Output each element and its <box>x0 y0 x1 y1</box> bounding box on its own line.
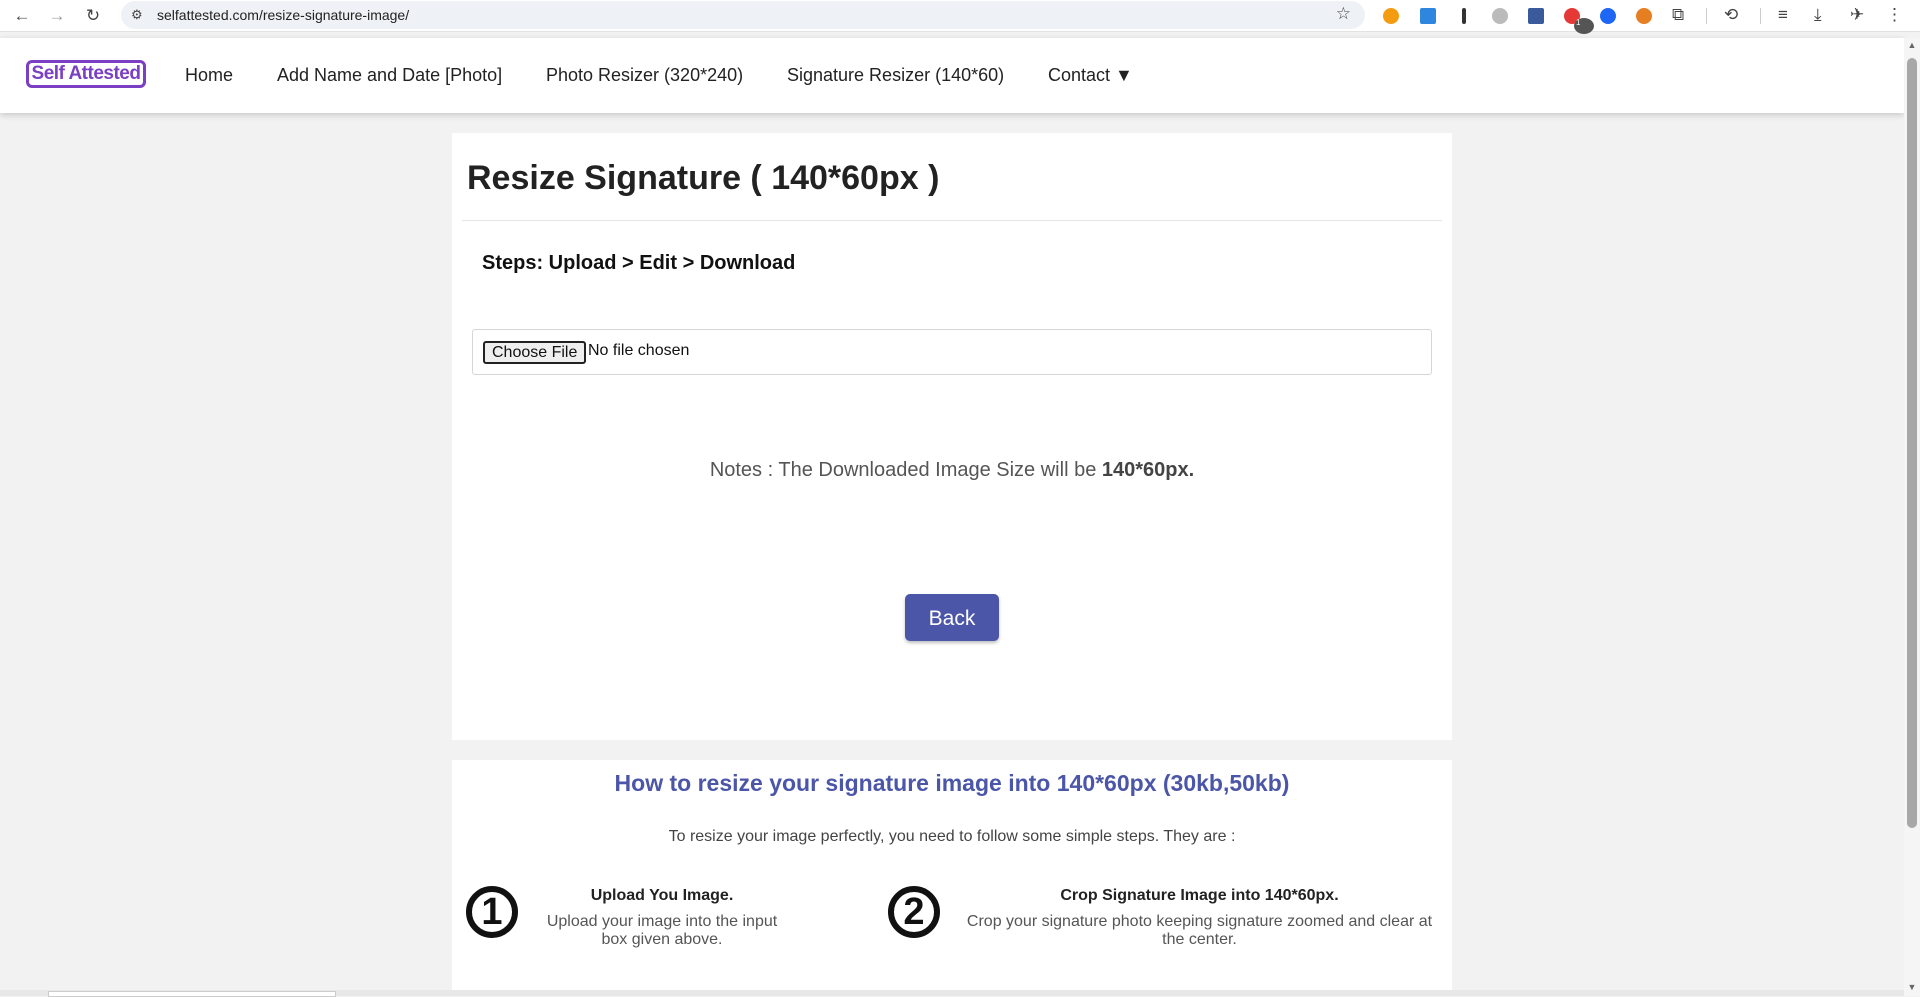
scroll-down-arrow-icon[interactable]: ▼ <box>1904 982 1920 992</box>
vertical-scrollbar[interactable]: ▲ ▼ <box>1904 38 1920 996</box>
step-2-desc: Crop your signature photo keeping signat… <box>966 913 1433 948</box>
extension-icon-6[interactable]: 1 <box>1562 6 1594 34</box>
profile-icon[interactable]: ✈ <box>1850 5 1864 25</box>
nav-contact-dropdown[interactable]: Contact ▼ <box>1048 65 1133 86</box>
how-to-card: How to resize your signature image into … <box>452 760 1452 996</box>
notes-text: Notes : The Downloaded Image Size will b… <box>452 459 1452 482</box>
extension-icon-4[interactable] <box>1490 6 1510 26</box>
extension-badge: 1 <box>1574 18 1594 34</box>
file-status-text: No file chosen <box>588 342 690 359</box>
url-text[interactable]: selfattested.com/resize-signature-image/ <box>157 7 409 23</box>
notes-size: 140*60px. <box>1101 459 1195 481</box>
extension-icon-8[interactable] <box>1634 6 1654 26</box>
step-1-title: Upload You Image. <box>590 887 734 904</box>
horizontal-scrollbar[interactable] <box>0 990 1904 997</box>
file-upload-field[interactable]: Choose File No file chosen <box>472 329 1432 375</box>
forward-arrow-icon[interactable]: → <box>45 4 69 28</box>
eyedropper-icon[interactable] <box>1454 6 1474 26</box>
step-2-number: 2 <box>888 886 940 938</box>
browser-toolbar: ← → ↻ ⚙ selfattested.com/resize-signatur… <box>0 0 1920 34</box>
resize-card: Resize Signature ( 140*60px ) Steps: Upl… <box>452 133 1452 740</box>
step-2-title: Crop Signature Image into 140*60px. <box>1060 887 1339 904</box>
site-logo[interactable]: Self Attested <box>26 60 146 88</box>
bookmark-star-icon[interactable]: ☆ <box>1336 4 1351 24</box>
toolbar-divider <box>1760 8 1761 24</box>
history-icon[interactable]: ⟲ <box>1724 5 1738 25</box>
how-to-title: How to resize your signature image into … <box>614 770 1290 796</box>
step-1-number: 1 <box>466 886 518 938</box>
back-arrow-icon[interactable]: ← <box>10 4 34 28</box>
extension-icon-5[interactable] <box>1526 6 1546 26</box>
site-info-icon[interactable]: ⚙ <box>131 7 143 23</box>
step-1-desc: Upload your image into the input box giv… <box>546 913 778 948</box>
scroll-up-arrow-icon[interactable]: ▲ <box>1904 40 1920 50</box>
reload-icon[interactable]: ↻ <box>81 4 105 28</box>
choose-file-button[interactable]: Choose File <box>483 341 587 364</box>
address-bar[interactable]: ⚙ selfattested.com/resize-signature-imag… <box>121 1 1365 29</box>
how-to-subtitle: To resize your image perfectly, you need… <box>668 828 1236 845</box>
horizontal-scrollbar-thumb[interactable] <box>48 991 336 997</box>
media-controls-icon[interactable]: ≡ <box>1778 5 1788 25</box>
extensions-puzzle-icon[interactable]: ⧉ <box>1672 5 1684 25</box>
notes-prefix: Notes : The Downloaded Image Size will b… <box>709 459 1102 481</box>
toolbar-divider <box>1706 8 1707 24</box>
nav-add-name-date[interactable]: Add Name and Date [Photo] <box>277 65 502 86</box>
menu-kebab-icon[interactable]: ⋮ <box>1886 5 1903 25</box>
nav-photo-resizer[interactable]: Photo Resizer (320*240) <box>546 65 743 86</box>
extension-icon-1[interactable] <box>1381 6 1401 26</box>
site-header: Self Attested Home Add Name and Date [Ph… <box>0 38 1904 113</box>
extension-icon-7[interactable] <box>1598 6 1618 26</box>
steps-text: Steps: Upload > Edit > Download <box>482 252 796 274</box>
download-icon[interactable]: ⤓ <box>1814 5 1822 25</box>
extension-icon-2[interactable] <box>1418 6 1438 26</box>
page-title: Resize Signature ( 140*60px ) <box>467 159 940 197</box>
title-divider <box>462 220 1442 221</box>
scrollbar-thumb[interactable] <box>1907 58 1917 828</box>
nav-signature-resizer[interactable]: Signature Resizer (140*60) <box>787 65 1004 86</box>
back-button[interactable]: Back <box>905 594 999 641</box>
nav-home[interactable]: Home <box>185 65 233 86</box>
